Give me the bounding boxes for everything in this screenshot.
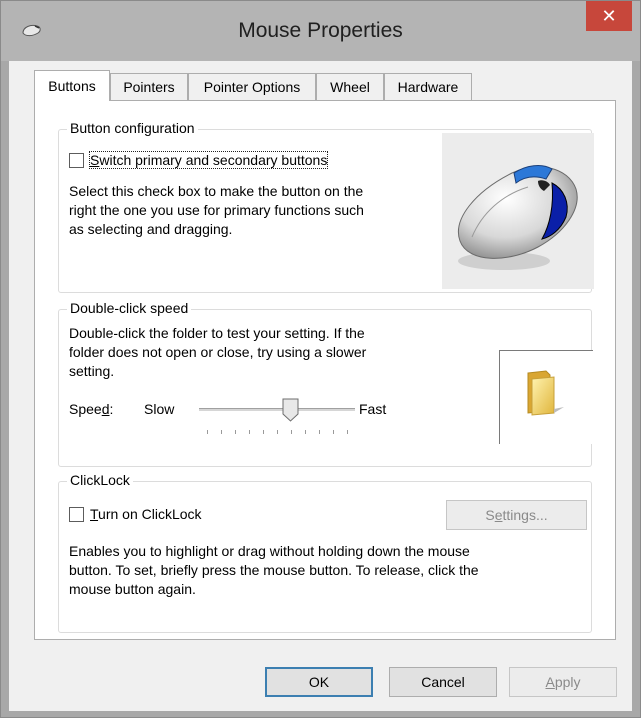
slider-track bbox=[199, 408, 355, 411]
slider-tick bbox=[305, 430, 306, 434]
slider-tick bbox=[235, 430, 236, 434]
close-button[interactable]: ✕ bbox=[586, 1, 632, 31]
double-click-speed-slider[interactable] bbox=[199, 398, 355, 438]
mouse-icon bbox=[458, 165, 578, 270]
title-bar[interactable]: Mouse Properties ✕ bbox=[1, 1, 640, 61]
slider-tick bbox=[207, 430, 208, 434]
switch-buttons-checkbox[interactable] bbox=[69, 152, 84, 168]
tab-hardware[interactable]: Hardware bbox=[384, 73, 472, 100]
clicklock-description: Enables you to highlight or drag without… bbox=[69, 543, 479, 597]
folder-icon bbox=[527, 370, 564, 416]
window-title: Mouse Properties bbox=[238, 19, 403, 42]
slider-tick bbox=[347, 430, 348, 434]
clicklock-group: ClickLock Turn on ClickLock Se ttings... … bbox=[58, 472, 592, 633]
slider-tick bbox=[249, 430, 250, 434]
tab-buttons[interactable]: Buttons bbox=[34, 70, 110, 101]
tab-pointers[interactable]: Pointers bbox=[110, 73, 188, 100]
slider-thumb[interactable] bbox=[282, 398, 299, 422]
speed-label: Speed: bbox=[69, 401, 114, 417]
mouse-properties-window: Mouse Properties ✕ Buttons Pointers Poin… bbox=[0, 0, 641, 718]
close-icon: ✕ bbox=[601, 5, 617, 26]
slider-tick bbox=[277, 430, 278, 434]
apply-button[interactable]: Apply bbox=[509, 667, 617, 697]
clicklock-checkbox-row[interactable]: Turn on ClickLock bbox=[69, 506, 202, 522]
dialog-client-area: Buttons Pointers Pointer Options Wheel H… bbox=[9, 61, 632, 711]
clicklock-checkbox[interactable] bbox=[69, 506, 84, 522]
button-config-description: Select this check box to make the button… bbox=[69, 183, 364, 237]
switch-buttons-checkbox-row[interactable]: Switch primary and secondary buttons bbox=[69, 151, 329, 169]
fast-label: Fast bbox=[359, 401, 387, 417]
slow-label: Slow bbox=[144, 401, 175, 417]
clicklock-settings-button[interactable]: Se ttings... bbox=[446, 500, 587, 530]
mouse-image bbox=[442, 133, 594, 289]
tab-wheel[interactable]: Wheel bbox=[316, 73, 384, 100]
slider-tick bbox=[291, 430, 292, 434]
slider-tick bbox=[221, 430, 222, 434]
switch-buttons-label: Switch primary and secondary buttons bbox=[88, 151, 329, 169]
tab-pointer-options[interactable]: Pointer Options bbox=[188, 73, 316, 100]
double-click-speed-title: Double-click speed bbox=[67, 300, 192, 316]
double-click-description: Double-click the folder to test your set… bbox=[69, 325, 367, 379]
clicklock-title: ClickLock bbox=[67, 472, 133, 488]
buttons-tab-panel: Button configuration Switch primary and … bbox=[34, 100, 616, 640]
test-folder-area[interactable] bbox=[499, 350, 593, 444]
clicklock-label: Turn on ClickLock bbox=[90, 506, 202, 522]
slider-tick bbox=[263, 430, 264, 434]
button-configuration-group: Button configuration Switch primary and … bbox=[58, 120, 594, 293]
button-configuration-title: Button configuration bbox=[67, 120, 198, 136]
ok-button[interactable]: OK bbox=[265, 667, 373, 697]
double-click-speed-group: Double-click speed Double-click the fold… bbox=[58, 300, 593, 467]
slider-tick bbox=[333, 430, 334, 434]
slider-tick bbox=[319, 430, 320, 434]
cancel-button[interactable]: Cancel bbox=[389, 667, 497, 697]
